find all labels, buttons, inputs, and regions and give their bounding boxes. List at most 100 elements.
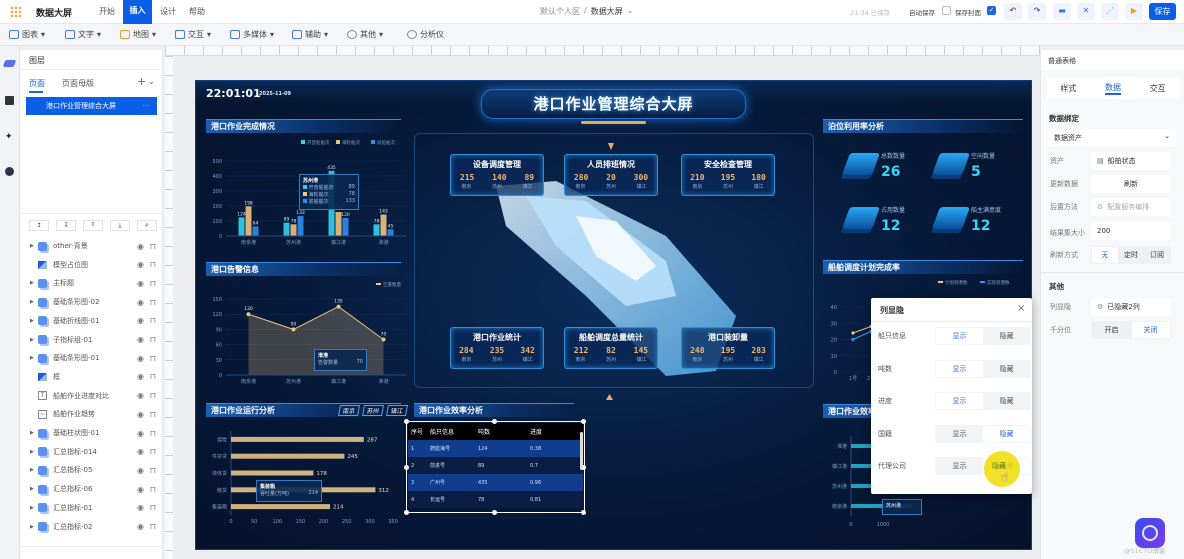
- expand-arrow-icon[interactable]: ▶: [30, 318, 38, 324]
- preview-icon[interactable]: ▬: [1053, 3, 1071, 20]
- asset-field[interactable]: ▤ 船舶状态: [1091, 152, 1171, 170]
- expand-arrow-icon[interactable]: ▶: [30, 524, 38, 530]
- apps-grid-icon[interactable]: [10, 6, 21, 17]
- eye-icon[interactable]: ◉: [137, 335, 144, 344]
- eye-icon[interactable]: ◉: [137, 522, 144, 531]
- eye-icon[interactable]: ◉: [137, 466, 144, 475]
- result-size-input[interactable]: 200: [1091, 222, 1171, 240]
- lock-icon[interactable]: ⊓: [150, 279, 156, 288]
- column-visibility-field[interactable]: ⚙ 已隐藏2列: [1091, 298, 1171, 316]
- layer-item[interactable]: ▶ 基础条形图-02 ◉ ⊓: [30, 294, 158, 310]
- toolbar-analyzer[interactable]: 分析仪: [407, 29, 444, 40]
- refresh-button[interactable]: 刷新: [1091, 175, 1171, 193]
- toolbar-chart[interactable]: 图表 ▾: [9, 29, 45, 40]
- breadcrumb-doc[interactable]: 数据大屏: [591, 6, 623, 17]
- show-option[interactable]: 显示: [936, 458, 983, 474]
- layer-item[interactable]: 模型占位图 ◉ ⊓: [30, 257, 158, 273]
- expand-arrow-icon[interactable]: ▶: [30, 449, 38, 455]
- layer-item[interactable]: ▶ 子指标组-01 ◉ ⊓: [30, 332, 158, 348]
- eye-icon[interactable]: ◉: [137, 485, 144, 494]
- expand-arrow-icon[interactable]: ▶: [30, 299, 38, 305]
- tab-style[interactable]: 样式: [1060, 83, 1076, 94]
- save-cover-checkbox[interactable]: ✓: [987, 6, 996, 15]
- layer-item[interactable]: ▶ 汇总指标-01 ◉ ⊓: [30, 500, 158, 516]
- eye-icon[interactable]: ◉: [137, 354, 144, 363]
- layer-item[interactable]: ▶ 基础条形图-01 ◉ ⊓: [30, 350, 158, 366]
- thousands-off[interactable]: 关闭: [1131, 322, 1170, 338]
- city-tab-zhenjiang[interactable]: 镇江: [386, 405, 409, 416]
- play-icon[interactable]: ▶: [1125, 3, 1143, 20]
- menu-start[interactable]: 开始: [99, 6, 115, 17]
- resize-handle[interactable]: [404, 510, 409, 515]
- column-header[interactable]: 进度: [530, 427, 575, 436]
- lock-icon[interactable]: ⊓: [150, 316, 156, 325]
- layers-icon[interactable]: [2, 60, 17, 67]
- eye-icon[interactable]: ◉: [137, 391, 144, 400]
- layer-item[interactable]: ▶ 汇总指标-05 ◉ ⊓: [30, 462, 158, 478]
- resize-handle[interactable]: [492, 419, 497, 424]
- toolbar-media[interactable]: 多媒体 ▾: [230, 29, 274, 40]
- expand-arrow-icon[interactable]: ▶: [30, 280, 38, 286]
- layer-item[interactable]: ▶ 基础柱状图-01 ◉ ⊓: [30, 425, 158, 441]
- table-row[interactable]: 2 前进号 89 0.7: [408, 457, 583, 474]
- table-row[interactable]: 1 蔚蓝海号 124 0.38: [408, 440, 583, 457]
- lock-icon[interactable]: ⊓: [150, 260, 156, 269]
- eye-icon[interactable]: ◉: [137, 503, 144, 512]
- lock-icon[interactable]: ⊓: [150, 354, 156, 363]
- lock-icon[interactable]: ⊓: [150, 391, 156, 400]
- layer-item[interactable]: ▶ 汇总指标-06 ◉ ⊓: [30, 481, 158, 497]
- ship-table[interactable]: 序号 船只信息 吨数 进度 1 蔚蓝海号 124 0.38 2 前进号 89 0.7 3 广州号 4…: [408, 423, 583, 508]
- lock-icon[interactable]: ⊓: [150, 429, 156, 438]
- move-bottom-icon[interactable]: ⤓: [110, 220, 130, 231]
- undo-icon[interactable]: ↶: [1004, 3, 1022, 20]
- mode-timer[interactable]: 定时: [1118, 250, 1144, 260]
- layer-item[interactable]: ▶ 基础折线图-01 ◉ ⊓: [30, 313, 158, 329]
- move-up-icon[interactable]: ↥: [29, 220, 49, 231]
- eye-icon[interactable]: ◉: [137, 242, 144, 251]
- expand-arrow-icon[interactable]: ▶: [30, 355, 38, 361]
- layer-item[interactable]: ▶ 汇总指标-014 ◉ ⊓: [30, 444, 158, 460]
- expand-arrow-icon[interactable]: ▶: [30, 243, 38, 249]
- city-tab-nanjing[interactable]: 南京: [338, 405, 360, 416]
- layer-item[interactable]: ▶ 主标题 ◉ ⊓: [30, 275, 158, 291]
- expand-arrow-icon[interactable]: ▶: [30, 505, 38, 511]
- lock-icon[interactable]: ⊓: [150, 298, 156, 307]
- redo-icon[interactable]: ↷: [1028, 3, 1046, 20]
- show-option[interactable]: 显示: [936, 328, 983, 344]
- move-down-icon[interactable]: ↧: [56, 220, 76, 231]
- search-icon[interactable]: ⌕: [137, 220, 157, 231]
- auto-save-checkbox[interactable]: [942, 6, 951, 15]
- layer-item[interactable]: ~ 船舶作业趋势 ◉ ⊓: [30, 406, 158, 422]
- close-icon[interactable]: ×: [1017, 303, 1025, 314]
- lock-icon[interactable]: ⊓: [150, 410, 156, 419]
- fullscreen-icon[interactable]: ✕: [1077, 3, 1095, 20]
- hide-option[interactable]: 隐藏: [983, 328, 1030, 344]
- post-method-field[interactable]: ⚙ 配置服务编排: [1091, 198, 1171, 216]
- hide-option[interactable]: 隐藏: [983, 361, 1030, 377]
- magic-wand-icon[interactable]: ✦: [5, 132, 13, 142]
- layer-item[interactable]: ▶ other-背景 ◉ ⊓: [30, 238, 158, 254]
- layer-item[interactable]: 框 ◉ ⊓: [30, 369, 158, 385]
- lock-icon[interactable]: ⊓: [150, 447, 156, 456]
- components-icon[interactable]: [5, 96, 14, 105]
- ai-assistant-button[interactable]: [1135, 518, 1165, 548]
- show-option[interactable]: 显示: [936, 360, 983, 377]
- mode-subscribe[interactable]: 订阅: [1144, 250, 1170, 260]
- eye-icon[interactable]: ◉: [137, 429, 144, 438]
- lock-icon[interactable]: ⊓: [150, 503, 156, 512]
- lock-icon[interactable]: ⊓: [150, 335, 156, 344]
- resize-handle[interactable]: [404, 465, 409, 470]
- eye-icon[interactable]: ◉: [137, 410, 144, 419]
- toolbar-assist[interactable]: 辅助 ▾: [292, 29, 328, 40]
- eye-icon[interactable]: ◉: [137, 298, 144, 307]
- table-row[interactable]: 3 广州号 435 0.96: [408, 474, 583, 491]
- menu-insert[interactable]: 插入: [123, 0, 152, 24]
- source-select[interactable]: 数据资产 ⌄: [1048, 129, 1176, 147]
- chevron-down-icon[interactable]: ⌄: [148, 77, 155, 86]
- tab-interaction[interactable]: 交互: [1150, 83, 1166, 94]
- show-option[interactable]: 显示: [936, 393, 983, 409]
- mode-none[interactable]: 无: [1092, 247, 1118, 263]
- resize-handle[interactable]: [492, 510, 497, 515]
- resize-handle[interactable]: [581, 419, 586, 424]
- city-tab-suzhou[interactable]: 苏州: [362, 405, 385, 416]
